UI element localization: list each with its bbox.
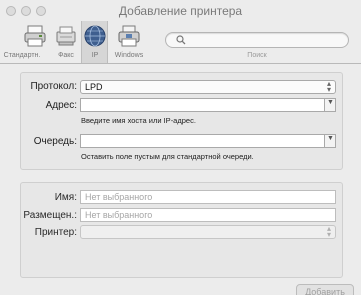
toolbar-item-ip[interactable]: [83, 24, 107, 48]
toolbar-item-windows[interactable]: [117, 24, 141, 48]
printer-popup[interactable]: ▴ ▾: [80, 225, 336, 239]
toolbar-label-windows: Windows: [114, 52, 144, 59]
default-printer-icon: [24, 25, 46, 47]
popup-arrows-icon: ▴ ▾: [326, 79, 331, 94]
windows-printer-icon: [118, 25, 140, 47]
ip-globe-icon: [84, 25, 106, 47]
location-label: Размещен.:: [23, 210, 77, 221]
address-dropdown-button[interactable]: ▼: [324, 99, 335, 111]
add-button[interactable]: Добавить: [296, 284, 354, 295]
chevron-down-icon: ▼: [327, 135, 334, 142]
toolbar-label-ip: IP: [91, 52, 99, 59]
queue-dropdown-button[interactable]: ▼: [324, 135, 335, 147]
toolbar-divider: [0, 63, 361, 64]
popup-arrows-icon: ▴ ▾: [326, 224, 331, 239]
toolbar-label-fax: Факс: [58, 52, 74, 59]
toolbar-label-default: Стандартн.: [3, 52, 41, 59]
add-printer-window: Добавление принтера Стандартн. Факс IP W…: [0, 0, 361, 295]
address-combo[interactable]: ▼: [80, 98, 336, 112]
queue-combo[interactable]: ▼: [80, 134, 336, 148]
address-label: Адрес:: [45, 100, 77, 111]
protocol-popup[interactable]: LPD ▴ ▾: [80, 80, 336, 94]
address-hint: Введите имя хоста или IP-адрес.: [81, 116, 196, 125]
search-field[interactable]: [165, 32, 349, 48]
printer-label: Принтер:: [34, 227, 77, 238]
location-field[interactable]: Нет выбранного: [80, 208, 336, 222]
name-field[interactable]: Нет выбранного: [80, 190, 336, 204]
queue-hint: Оставить поле пустым для стандартной оче…: [81, 152, 254, 161]
name-label: Имя:: [54, 192, 77, 203]
window-title: Добавление принтера: [118, 4, 243, 18]
queue-label: Очередь:: [33, 136, 77, 147]
protocol-value: LPD: [85, 82, 103, 92]
fax-icon: [56, 26, 76, 46]
protocol-label: Протокол:: [30, 81, 77, 92]
title-bar: Добавление принтера: [0, 0, 361, 22]
search-caption: Поиск: [247, 52, 267, 59]
toolbar-item-default[interactable]: [22, 24, 48, 48]
chevron-down-icon: ▼: [327, 99, 334, 106]
search-icon: [176, 35, 186, 45]
toolbar-item-fax[interactable]: [53, 24, 79, 48]
